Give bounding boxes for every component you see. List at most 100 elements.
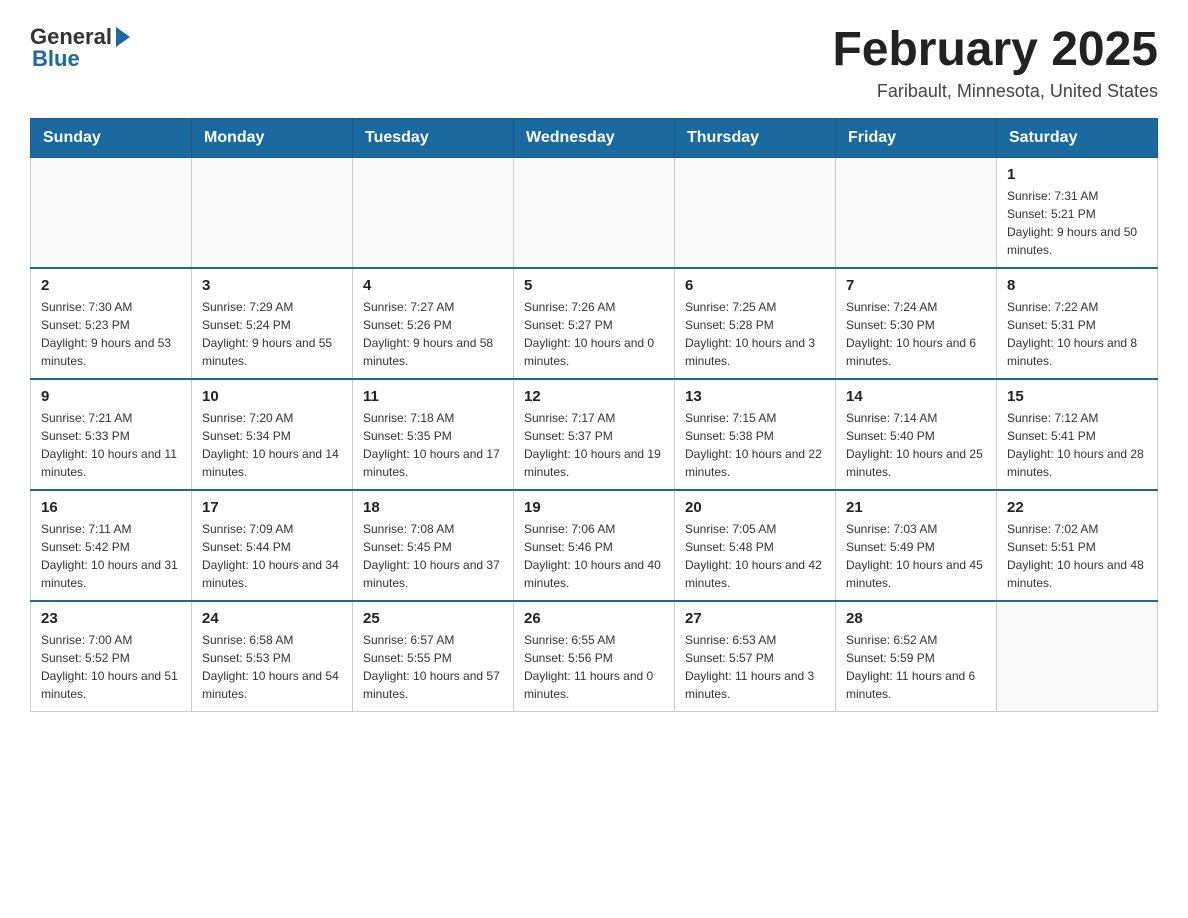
day-of-week-header: Wednesday: [514, 118, 675, 157]
calendar-cell: 19 Sunrise: 7:06 AMSunset: 5:46 PMDayligh…: [514, 490, 675, 601]
calendar-cell: 28 Sunrise: 6:52 AMSunset: 5:59 PMDayligh…: [836, 601, 997, 712]
day-info: Sunrise: 7:29 AMSunset: 5:24 PMDaylight:…: [202, 298, 342, 370]
day-info: Sunrise: 7:02 AMSunset: 5:51 PMDaylight:…: [1007, 520, 1147, 592]
day-of-week-header: Thursday: [675, 118, 836, 157]
calendar-table: SundayMondayTuesdayWednesdayThursdayFrid…: [30, 118, 1158, 712]
day-number: 18: [363, 499, 503, 516]
day-info: Sunrise: 7:20 AMSunset: 5:34 PMDaylight:…: [202, 409, 342, 481]
month-year-title: February 2025: [832, 24, 1158, 77]
day-info: Sunrise: 7:25 AMSunset: 5:28 PMDaylight:…: [685, 298, 825, 370]
day-info: Sunrise: 7:00 AMSunset: 5:52 PMDaylight:…: [41, 631, 181, 703]
calendar-cell: 14 Sunrise: 7:14 AMSunset: 5:40 PMDayligh…: [836, 379, 997, 490]
page-header: General Blue February 2025 Faribault, Mi…: [30, 24, 1158, 102]
calendar-cell: [353, 157, 514, 268]
calendar-cell: 21 Sunrise: 7:03 AMSunset: 5:49 PMDayligh…: [836, 490, 997, 601]
logo-arrow-icon: [116, 27, 130, 47]
day-number: 20: [685, 499, 825, 516]
logo-blue-text: Blue: [32, 46, 80, 72]
calendar-cell: [675, 157, 836, 268]
day-number: 9: [41, 388, 181, 405]
day-info: Sunrise: 7:09 AMSunset: 5:44 PMDaylight:…: [202, 520, 342, 592]
day-number: 13: [685, 388, 825, 405]
calendar-cell: 25Sunrise: 6:57 AMSunset: 5:55 PMDayligh…: [353, 601, 514, 712]
calendar-cell: [836, 157, 997, 268]
title-block: February 2025 Faribault, Minnesota, Unit…: [832, 24, 1158, 102]
calendar-cell: 11Sunrise: 7:18 AMSunset: 5:35 PMDayligh…: [353, 379, 514, 490]
day-info: Sunrise: 7:08 AMSunset: 5:45 PMDaylight:…: [363, 520, 503, 592]
calendar-cell: 3 Sunrise: 7:29 AMSunset: 5:24 PMDaylight…: [192, 268, 353, 379]
day-info: Sunrise: 7:03 AMSunset: 5:49 PMDaylight:…: [846, 520, 986, 592]
calendar-cell: 17 Sunrise: 7:09 AMSunset: 5:44 PMDayligh…: [192, 490, 353, 601]
day-info: Sunrise: 7:12 AMSunset: 5:41 PMDaylight:…: [1007, 409, 1147, 481]
day-info: Sunrise: 7:24 AMSunset: 5:30 PMDaylight:…: [846, 298, 986, 370]
day-info: Sunrise: 7:21 AMSunset: 5:33 PMDaylight:…: [41, 409, 181, 481]
calendar-header-row: SundayMondayTuesdayWednesdayThursdayFrid…: [31, 118, 1158, 157]
calendar-cell: 4 Sunrise: 7:27 AMSunset: 5:26 PMDaylight…: [353, 268, 514, 379]
day-info: Sunrise: 7:27 AMSunset: 5:26 PMDaylight:…: [363, 298, 503, 370]
calendar-week-row: 16 Sunrise: 7:11 AMSunset: 5:42 PMDayligh…: [31, 490, 1158, 601]
day-number: 27: [685, 610, 825, 627]
calendar-cell: 6 Sunrise: 7:25 AMSunset: 5:28 PMDaylight…: [675, 268, 836, 379]
day-number: 23: [41, 610, 181, 627]
calendar-cell: 15 Sunrise: 7:12 AMSunset: 5:41 PMDayligh…: [997, 379, 1158, 490]
day-number: 21: [846, 499, 986, 516]
day-number: 28: [846, 610, 986, 627]
day-number: 4: [363, 277, 503, 294]
calendar-cell: 18 Sunrise: 7:08 AMSunset: 5:45 PMDayligh…: [353, 490, 514, 601]
calendar-cell: 10 Sunrise: 7:20 AMSunset: 5:34 PMDayligh…: [192, 379, 353, 490]
day-info: Sunrise: 7:31 AMSunset: 5:21 PMDaylight:…: [1007, 187, 1147, 259]
calendar-cell: 8 Sunrise: 7:22 AMSunset: 5:31 PMDaylight…: [997, 268, 1158, 379]
day-info: Sunrise: 7:14 AMSunset: 5:40 PMDaylight:…: [846, 409, 986, 481]
day-info: Sunrise: 7:30 AMSunset: 5:23 PMDaylight:…: [41, 298, 181, 370]
day-number: 24: [202, 610, 342, 627]
calendar-week-row: 9 Sunrise: 7:21 AMSunset: 5:33 PMDaylight…: [31, 379, 1158, 490]
day-number: 1: [1007, 166, 1147, 183]
day-info: Sunrise: 6:55 AMSunset: 5:56 PMDaylight:…: [524, 631, 664, 703]
calendar-cell: [997, 601, 1158, 712]
day-info: Sunrise: 7:06 AMSunset: 5:46 PMDaylight:…: [524, 520, 664, 592]
day-number: 7: [846, 277, 986, 294]
calendar-cell: 5 Sunrise: 7:26 AMSunset: 5:27 PMDaylight…: [514, 268, 675, 379]
day-number: 12: [524, 388, 664, 405]
calendar-cell: 13 Sunrise: 7:15 AMSunset: 5:38 PMDayligh…: [675, 379, 836, 490]
calendar-week-row: 1 Sunrise: 7:31 AMSunset: 5:21 PMDaylight…: [31, 157, 1158, 268]
day-info: Sunrise: 6:52 AMSunset: 5:59 PMDaylight:…: [846, 631, 986, 703]
calendar-cell: 27 Sunrise: 6:53 AMSunset: 5:57 PMDayligh…: [675, 601, 836, 712]
day-number: 8: [1007, 277, 1147, 294]
calendar-cell: 9 Sunrise: 7:21 AMSunset: 5:33 PMDaylight…: [31, 379, 192, 490]
calendar-cell: [192, 157, 353, 268]
logo: General Blue: [30, 24, 130, 72]
day-number: 6: [685, 277, 825, 294]
location-subtitle: Faribault, Minnesota, United States: [832, 81, 1158, 102]
day-info: Sunrise: 7:15 AMSunset: 5:38 PMDaylight:…: [685, 409, 825, 481]
calendar-cell: 16 Sunrise: 7:11 AMSunset: 5:42 PMDayligh…: [31, 490, 192, 601]
calendar-cell: [31, 157, 192, 268]
calendar-cell: 20 Sunrise: 7:05 AMSunset: 5:48 PMDayligh…: [675, 490, 836, 601]
day-number: 15: [1007, 388, 1147, 405]
day-info: Sunrise: 7:22 AMSunset: 5:31 PMDaylight:…: [1007, 298, 1147, 370]
day-info: Sunrise: 7:11 AMSunset: 5:42 PMDaylight:…: [41, 520, 181, 592]
calendar-week-row: 23 Sunrise: 7:00 AMSunset: 5:52 PMDayligh…: [31, 601, 1158, 712]
calendar-cell: 22Sunrise: 7:02 AMSunset: 5:51 PMDayligh…: [997, 490, 1158, 601]
day-info: Sunrise: 7:17 AMSunset: 5:37 PMDaylight:…: [524, 409, 664, 481]
calendar-cell: 2 Sunrise: 7:30 AMSunset: 5:23 PMDaylight…: [31, 268, 192, 379]
calendar-cell: 1 Sunrise: 7:31 AMSunset: 5:21 PMDaylight…: [997, 157, 1158, 268]
day-number: 17: [202, 499, 342, 516]
calendar-cell: 12 Sunrise: 7:17 AMSunset: 5:37 PMDayligh…: [514, 379, 675, 490]
day-info: Sunrise: 7:05 AMSunset: 5:48 PMDaylight:…: [685, 520, 825, 592]
day-info: Sunrise: 6:58 AMSunset: 5:53 PMDaylight:…: [202, 631, 342, 703]
day-number: 10: [202, 388, 342, 405]
day-info: Sunrise: 6:53 AMSunset: 5:57 PMDaylight:…: [685, 631, 825, 703]
day-number: 16: [41, 499, 181, 516]
day-info: Sunrise: 6:57 AMSunset: 5:55 PMDaylight:…: [363, 631, 503, 703]
day-of-week-header: Tuesday: [353, 118, 514, 157]
day-number: 26: [524, 610, 664, 627]
day-info: Sunrise: 7:26 AMSunset: 5:27 PMDaylight:…: [524, 298, 664, 370]
day-number: 2: [41, 277, 181, 294]
day-number: 3: [202, 277, 342, 294]
day-number: 19: [524, 499, 664, 516]
day-number: 14: [846, 388, 986, 405]
calendar-cell: 26 Sunrise: 6:55 AMSunset: 5:56 PMDayligh…: [514, 601, 675, 712]
calendar-cell: 7 Sunrise: 7:24 AMSunset: 5:30 PMDaylight…: [836, 268, 997, 379]
day-number: 5: [524, 277, 664, 294]
